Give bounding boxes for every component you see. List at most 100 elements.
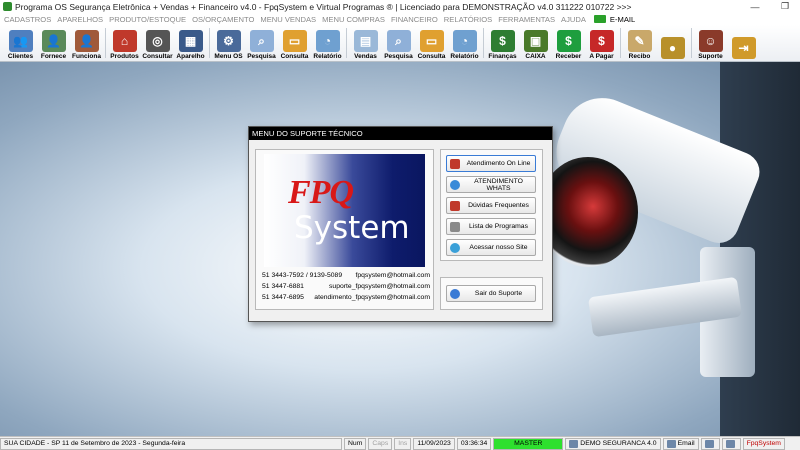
toolbar-button-pesquisa[interactable]: ⌕ Pesquisa	[245, 25, 278, 61]
toolbar-button-receber[interactable]: $ Receber	[552, 25, 585, 61]
dialog-actions-panel: Atendimento On Line ATENDIMENTO WHATS Dú…	[440, 149, 543, 261]
toolbar-button-consultar[interactable]: ◎ Consultar	[141, 25, 174, 61]
folder-icon: ▭	[282, 30, 307, 52]
status-database-label: DEMO SEGURANCA 4.0	[580, 440, 657, 447]
program-list-button[interactable]: Lista de Programas	[446, 218, 536, 235]
status-email[interactable]: Email	[662, 437, 699, 450]
toolbar-button-label: Aparelho	[176, 53, 205, 60]
program-list-label: Lista de Programas	[469, 223, 528, 230]
device-icon: ▦	[178, 30, 203, 52]
contact-email: fpqsystem@hotmail.com	[355, 272, 430, 279]
maximize-button[interactable]: ❐	[770, 0, 800, 13]
receipt-icon: ✎	[627, 30, 652, 52]
minimize-button[interactable]: —	[740, 0, 770, 13]
whatsapp-support-button[interactable]: ATENDIMENTO WHATS	[446, 176, 536, 193]
toolbar-button-exit[interactable]: ⇥	[727, 25, 760, 61]
status-tool-2[interactable]	[721, 437, 741, 450]
toolbar-separator	[691, 28, 692, 58]
toolbar-button-recibo[interactable]: ✎ Recibo	[623, 25, 656, 61]
toolbar-button-finan-as[interactable]: $ Finanças	[486, 25, 519, 61]
report-icon: ◔	[315, 30, 340, 52]
menu-produto-estoque[interactable]: PRODUTO/ESTOQUE	[109, 15, 186, 24]
menu-vendas[interactable]: MENU VENDAS	[260, 15, 316, 24]
title-bar: Programa OS Segurança Eletrônica + Venda…	[0, 0, 800, 13]
toolbar-button-menu-os[interactable]: ⚙ Menu OS	[212, 25, 245, 61]
status-tool-1[interactable]	[700, 437, 720, 450]
status-email-label: Email	[677, 440, 695, 447]
list-icon	[450, 221, 460, 232]
website-button[interactable]: Acessar nosso Site	[446, 239, 536, 256]
status-caps: Caps	[368, 437, 393, 450]
toolbar-button-fornece[interactable]: 👤 Fornece	[37, 25, 70, 61]
toolbar-separator	[209, 28, 210, 58]
app-icon	[3, 2, 12, 11]
status-time: 03:36:34	[456, 437, 492, 450]
employee-icon: 👤	[74, 30, 99, 52]
toolbar-button-coins[interactable]: ●	[656, 25, 689, 61]
menu-email[interactable]: E-MAIL	[593, 14, 636, 24]
menu-ferramentas[interactable]: FERRAMENTAS	[498, 15, 555, 24]
toolbar-button-clientes[interactable]: 👥 Clientes	[4, 25, 37, 61]
status-brand: FpqSystem	[742, 437, 785, 450]
toolbar-button-vendas[interactable]: ▤ Vendas	[349, 25, 382, 61]
search-icon: ⌕	[249, 30, 274, 52]
toolbar-button-label: Pesquisa	[384, 53, 413, 60]
search-icon: ⌕	[386, 30, 411, 52]
toolbar-button-aparelho[interactable]: ▦ Aparelho	[174, 25, 207, 61]
faq-button[interactable]: Dúvidas Frequentes	[446, 197, 536, 214]
email-icon	[666, 439, 676, 448]
menu-ajuda[interactable]: AJUDA	[561, 15, 586, 24]
toolbar-button-pesquisa[interactable]: ⌕ Pesquisa	[382, 25, 415, 61]
window-title: Programa OS Segurança Eletrônica + Venda…	[15, 1, 632, 12]
contact-list: 51 3443-7592 / 9139-5089 fpqsystem@hotma…	[262, 270, 430, 303]
finance-icon: $	[490, 30, 515, 52]
email-icon	[593, 15, 606, 23]
contact-row: 51 3443-7592 / 9139-5089 fpqsystem@hotma…	[262, 270, 430, 281]
toolbar-button-caixa[interactable]: ▣ CAIXA	[519, 25, 552, 61]
tool-icon	[725, 439, 735, 448]
toolbar-button-label: Receber	[555, 53, 582, 60]
online-support-button[interactable]: Atendimento On Line	[446, 155, 536, 172]
menu-compras[interactable]: MENU COMPRAS	[322, 15, 385, 24]
menu-aparelhos[interactable]: APARELHOS	[57, 15, 103, 24]
menu-financeiro[interactable]: FINANCEIRO	[391, 15, 438, 24]
toolbar-button-label: Pesquisa	[247, 53, 276, 60]
toolbar-button-funciona[interactable]: 👤 Funciona	[70, 25, 103, 61]
faq-icon	[450, 200, 460, 211]
menu-relatorios[interactable]: RELATÓRIOS	[444, 15, 492, 24]
menu-email-label: E-MAIL	[609, 14, 636, 24]
toolbar-button-produtos[interactable]: ⌂ Produtos	[108, 25, 141, 61]
sales-icon: ▤	[353, 30, 378, 52]
contact-email: atendimento_fpqsystem@hotmail.com	[314, 294, 430, 301]
toolbar-button-relat-rio[interactable]: ◔ Relatório	[448, 25, 481, 61]
tool-icon	[704, 439, 714, 448]
toolbar-button-label: Relatório	[313, 53, 342, 60]
toolbar-button-a-pagar[interactable]: $ A Pagar	[585, 25, 618, 61]
camera-lens	[538, 157, 638, 267]
status-user: MASTER	[493, 437, 564, 450]
logo-line2: System	[294, 210, 410, 246]
whatsapp-support-label: ATENDIMENTO WHATS	[474, 177, 523, 192]
toolbar-separator	[483, 28, 484, 58]
exit-icon	[450, 288, 460, 299]
report-icon: ◔	[452, 30, 477, 52]
toolbar-button-relat-rio[interactable]: ◔ Relatório	[311, 25, 344, 61]
contact-phone: 51 3447-6881	[262, 283, 304, 290]
website-label: Acessar nosso Site	[469, 244, 528, 251]
whatsapp-icon	[450, 179, 460, 190]
toolbar-button-consulta[interactable]: ▭ Consulta	[415, 25, 448, 61]
toolbar-button-suporte[interactable]: ☺ Suporte	[694, 25, 727, 61]
contact-phone: 51 3443-7592 / 9139-5089	[262, 272, 343, 279]
toolbar-separator	[620, 28, 621, 58]
web-icon	[450, 242, 460, 253]
faq-label: Dúvidas Frequentes	[468, 202, 529, 209]
toolbar-button-consulta[interactable]: ▭ Consulta	[278, 25, 311, 61]
menu-cadastros[interactable]: CADASTROS	[4, 15, 51, 24]
toolbar-button-label: Finanças	[488, 53, 517, 60]
logo-line1: FPQ	[288, 174, 354, 211]
menu-os-orcamento[interactable]: OS/ORÇAMENTO	[192, 15, 254, 24]
support-dialog: MENU DO SUPORTE TÉCNICO FPQ System 51 34…	[248, 126, 553, 322]
dialog-info-panel: FPQ System 51 3443-7592 / 9139-5089 fpqs…	[255, 149, 434, 310]
exit-support-button[interactable]: Sair do Suporte	[446, 285, 536, 302]
online-support-label: Atendimento On Line	[466, 160, 531, 167]
